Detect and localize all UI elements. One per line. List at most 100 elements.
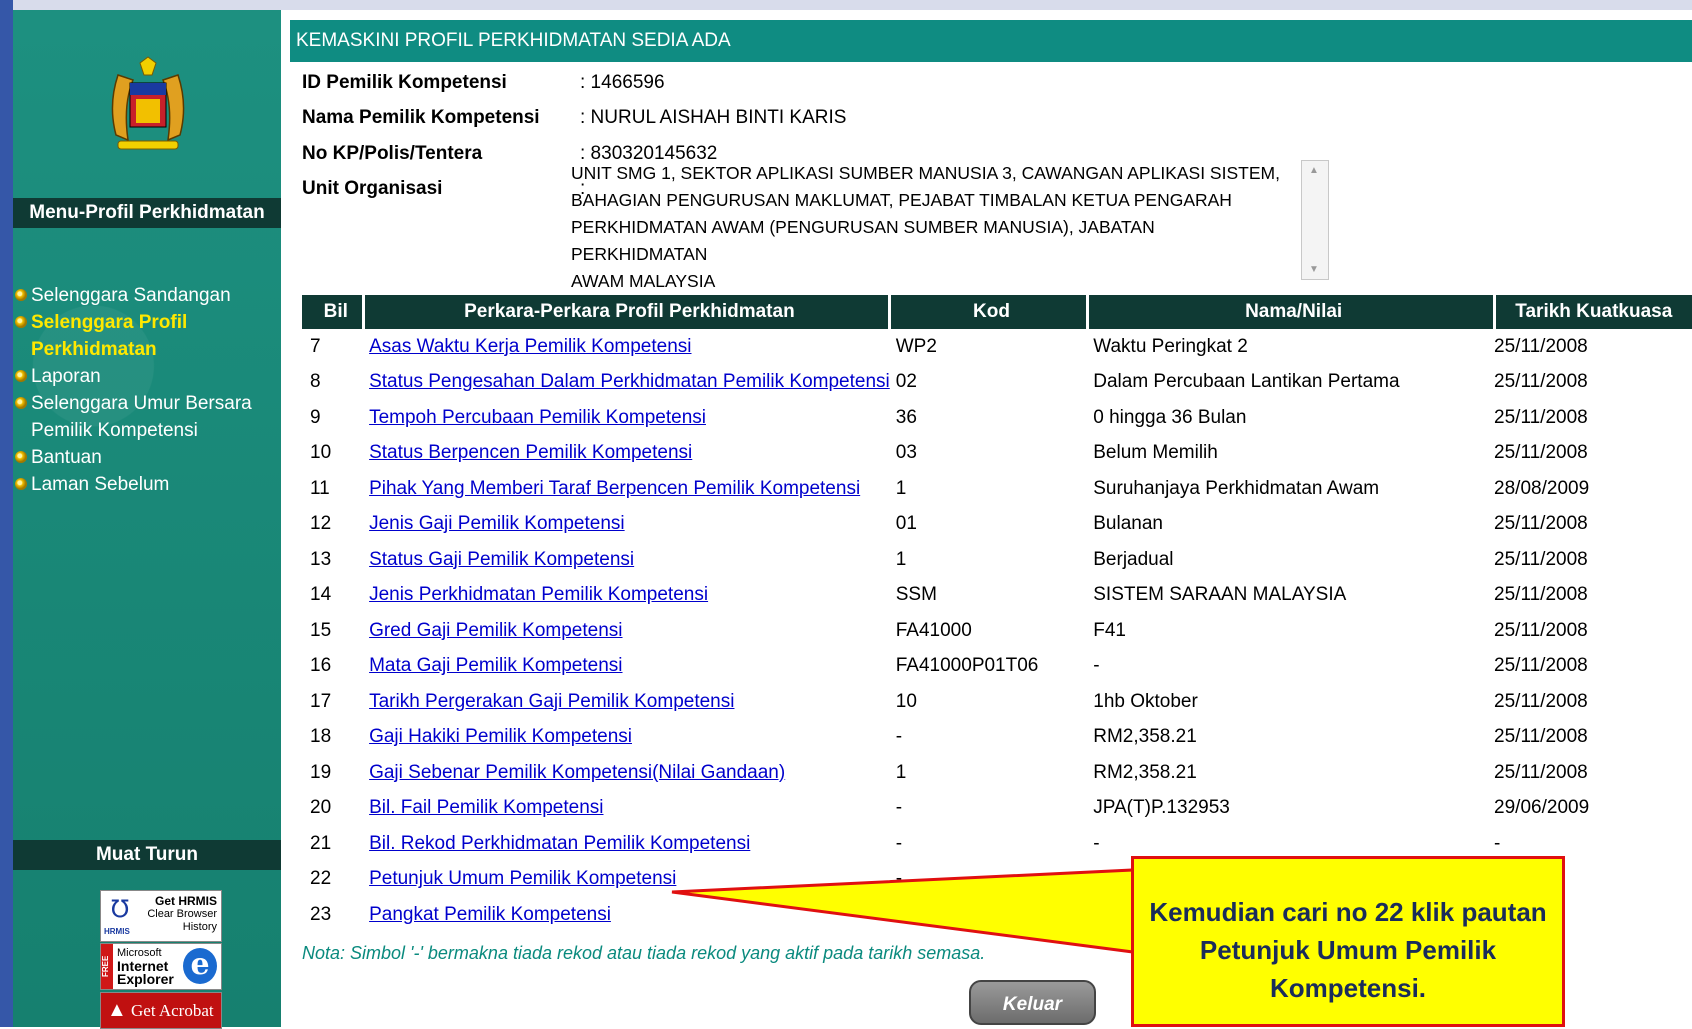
table-row: 15 Gred Gaji Pemilik Kompetensi FA41000 F41… — [302, 613, 1692, 649]
get-acrobat-button[interactable]: ▲ Get Acrobat — [100, 992, 222, 1029]
sidebar-item-selenggara-sandangan[interactable]: Selenggara Sandangan — [13, 282, 281, 309]
cell-bil: 15 — [310, 619, 332, 641]
download-line: Get Acrobat — [131, 1001, 214, 1020]
sidebar-item-label: Selenggara Umur Bersara Pemilik Kompeten… — [31, 393, 252, 441]
page-title: KEMASKINI PROFIL PERKHIDMATAN SEDIA ADA — [290, 20, 1692, 62]
download-line: Explorer — [117, 971, 174, 987]
cell-kod — [890, 897, 1088, 933]
name-value: : NURUL AISHAH BINTI KARIS — [580, 107, 847, 128]
cell-tarikh: 25/11/2008 — [1494, 584, 1588, 606]
perkara-link[interactable]: Gred Gaji Pemilik Kompetensi — [369, 620, 622, 641]
sidebar-item-laporan[interactable]: Laporan — [13, 363, 281, 390]
cell-bil: 8 — [310, 371, 321, 393]
cell-bil: 14 — [310, 584, 332, 606]
cell-kod: FA41000P01T06 — [895, 655, 1039, 677]
instruction-callout: Kemudian cari no 22 klik pautan Petunjuk… — [1131, 856, 1565, 1027]
sidebar-item-selenggara-umur-bersara[interactable]: Selenggara Umur Bersara Pemilik Kompeten… — [13, 390, 281, 444]
perkara-link[interactable]: Bil. Rekod Perkhidmatan Pemilik Kompeten… — [369, 833, 750, 854]
cell-nama: Bulanan — [1093, 513, 1163, 535]
cell-perkara: Jenis Perkhidmatan Pemilik Kompetensi — [363, 578, 890, 614]
perkara-link[interactable]: Asas Waktu Kerja Pemilik Kompetensi — [369, 336, 691, 357]
perkara-link[interactable]: Bil. Fail Pemilik Kompetensi — [369, 797, 603, 818]
bullet-icon — [15, 289, 27, 301]
download-line: Get HRMIS — [154, 894, 217, 908]
cell-nama: Dalam Percubaan Lantikan Pertama — [1093, 371, 1400, 393]
cell-perkara: Jenis Gaji Pemilik Kompetensi — [363, 507, 890, 543]
table-row: 11 Pihak Yang Memberi Taraf Berpencen Pem… — [302, 471, 1692, 507]
cell-kod: - — [895, 868, 903, 890]
cell-tarikh: 25/11/2008 — [1494, 513, 1588, 535]
cell-kod: FA41000 — [895, 619, 972, 641]
cell-nama: Berjadual — [1093, 548, 1174, 570]
cell-nama: 0 hingga 36 Bulan — [1093, 406, 1247, 428]
cell-perkara: Mata Gaji Pemilik Kompetensi — [363, 649, 890, 685]
scroll-down-icon[interactable]: ▼ — [1309, 264, 1319, 275]
cell-kod: 10 — [895, 690, 917, 712]
cell-perkara: Status Gaji Pemilik Kompetensi — [363, 542, 890, 578]
sidebar-item-bantuan[interactable]: Bantuan — [13, 444, 281, 471]
perkara-link[interactable]: Pangkat Pemilik Kompetensi — [369, 904, 611, 925]
cell-nama: RM2,358.21 — [1093, 726, 1197, 748]
unit-line: PERKHIDMATAN AWAM (PENGURUSAN SUMBER MAN… — [571, 217, 1155, 264]
table-row: 9 Tempoh Percubaan Pemilik Kompetensi 36 0 … — [302, 400, 1692, 436]
perkara-link[interactable]: Petunjuk Umum Pemilik Kompetensi — [369, 868, 676, 889]
cell-bil: 21 — [310, 832, 332, 854]
keluar-button[interactable]: Keluar — [969, 980, 1096, 1025]
cell-tarikh: 25/11/2008 — [1494, 406, 1588, 428]
unit-line: AWAM MALAYSIA — [571, 271, 716, 291]
coat-of-arms-icon — [111, 56, 185, 150]
cell-bil: 19 — [310, 761, 332, 783]
table-header-row: Bil Perkara-Perkara Profil Perkhidmatan … — [302, 295, 1692, 329]
cell-bil: 7 — [310, 335, 321, 357]
perkara-link[interactable]: Status Pengesahan Dalam Perkhidmatan Pem… — [369, 371, 890, 392]
perkara-link[interactable]: Status Berpencen Pemilik Kompetensi — [369, 442, 692, 463]
cell-perkara: Tempoh Percubaan Pemilik Kompetensi — [363, 400, 890, 436]
cell-bil: 20 — [310, 797, 332, 819]
perkara-link[interactable]: Status Gaji Pemilik Kompetensi — [369, 549, 634, 570]
hrmis-clear-history-button[interactable]: ℧ HRMIS Get HRMIS Clear Browser History — [100, 890, 222, 942]
cell-tarikh: 25/11/2008 — [1494, 655, 1588, 677]
cell-tarikh: 25/11/2008 — [1494, 726, 1588, 748]
perkara-link[interactable]: Pihak Yang Memberi Taraf Berpencen Pemil… — [369, 478, 860, 499]
perkara-link[interactable]: Gaji Hakiki Pemilik Kompetensi — [369, 726, 632, 747]
unit-scrollbar[interactable]: ▲ ▼ — [1301, 160, 1329, 280]
unit-organisasi-textbox[interactable]: UNIT SMG 1, SEKTOR APLIKASI SUMBER MANUS… — [571, 160, 1296, 291]
internet-explorer-download-button[interactable]: FREE Microsoft Internet Explorer e — [100, 943, 222, 990]
adobe-logo-icon: ▲ — [107, 999, 127, 1021]
cell-perkara: Petunjuk Umum Pemilik Kompetensi — [363, 862, 890, 898]
cell-perkara: Pihak Yang Memberi Taraf Berpencen Pemil… — [363, 471, 890, 507]
sidebar-item-laman-sebelum[interactable]: Laman Sebelum — [13, 471, 281, 498]
table-row: 18 Gaji Hakiki Pemilik Kompetensi - RM2,358… — [302, 720, 1692, 756]
table-row: 19 Gaji Sebenar Pemilik Kompetensi(Nilai … — [302, 755, 1692, 791]
free-tag: FREE — [101, 944, 113, 989]
sidebar-item-label: Selenggara Profil Perkhidmatan — [31, 312, 188, 360]
perkara-link[interactable]: Tarikh Pergerakan Gaji Pemilik Kompetens… — [369, 691, 734, 712]
cell-tarikh: 25/11/2008 — [1494, 371, 1588, 393]
cell-kod: 1 — [895, 477, 907, 499]
download-line: Clear Browser — [147, 908, 217, 920]
menu-header: Menu-Profil Perkhidmatan — [13, 198, 281, 228]
cell-kod: 01 — [895, 513, 917, 535]
sidebar-item-label: Laporan — [31, 366, 101, 387]
sidebar-item-selenggara-profil-perkhidmatan[interactable]: Selenggara Profil Perkhidmatan — [13, 309, 281, 363]
col-header-nama: Nama/Nilai — [1085, 295, 1495, 329]
perkara-link[interactable]: Tempoh Percubaan Pemilik Kompetensi — [369, 407, 706, 428]
cell-kod: - — [895, 797, 903, 819]
cell-tarikh: 28/08/2009 — [1494, 477, 1590, 499]
cell-nama: F41 — [1093, 619, 1126, 641]
unit-line: UNIT SMG 1, SEKTOR APLIKASI SUMBER MANUS… — [571, 163, 1280, 183]
perkara-link[interactable]: Jenis Gaji Pemilik Kompetensi — [369, 513, 625, 534]
scroll-up-icon[interactable]: ▲ — [1309, 165, 1319, 176]
perkara-link[interactable]: Gaji Sebenar Pemilik Kompetensi(Nilai Ga… — [369, 762, 785, 783]
bullet-icon — [15, 478, 27, 490]
bullet-icon — [15, 316, 27, 328]
perkara-link[interactable]: Jenis Perkhidmatan Pemilik Kompetensi — [369, 584, 708, 605]
cell-perkara: Tarikh Pergerakan Gaji Pemilik Kompetens… — [363, 684, 890, 720]
cell-kod: - — [895, 832, 903, 854]
cell-tarikh: 25/11/2008 — [1494, 761, 1588, 783]
cell-kod: 1 — [895, 548, 907, 570]
cell-bil: 18 — [310, 726, 332, 748]
perkara-link[interactable]: Mata Gaji Pemilik Kompetensi — [369, 655, 622, 676]
cell-tarikh: 25/11/2008 — [1494, 442, 1588, 464]
cell-perkara: Gred Gaji Pemilik Kompetensi — [363, 613, 890, 649]
